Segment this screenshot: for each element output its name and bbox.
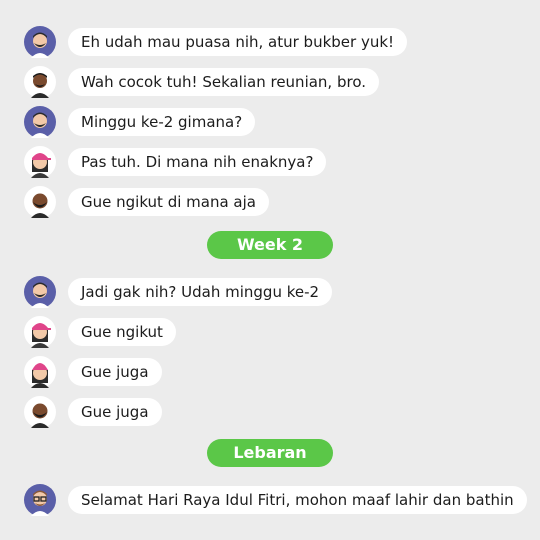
message-bubble: Minggu ke-2 gimana? (68, 108, 256, 136)
message-bubble: Gue ngikut di mana aja (68, 188, 269, 216)
chat-thread: Eh udah mau puasa nih, atur bukber yuk! … (0, 0, 540, 540)
guy-glasses-avatar (24, 484, 56, 516)
message-row: Gue juga (0, 394, 540, 434)
message-row: Gue juga (0, 354, 540, 394)
message-bubble: Pas tuh. Di mana nih enaknya? (68, 148, 327, 176)
girl-pink-beanie-avatar (24, 356, 56, 388)
message-row: Pas tuh. Di mana nih enaknya? (0, 144, 540, 184)
guy-beard-avatar (24, 106, 56, 138)
girl-pink-cap-avatar (24, 316, 56, 348)
message-row: Jadi gak nih? Udah minggu ke-2 (0, 274, 540, 314)
message-bubble: Gue juga (68, 398, 162, 426)
message-row: Gue ngikut (0, 314, 540, 354)
message-bubble: Eh udah mau puasa nih, atur bukber yuk! (68, 28, 408, 56)
message-bubble: Gue ngikut (68, 318, 176, 346)
message-bubble: Wah cocok tuh! Sekalian reunian, bro. (68, 68, 380, 96)
bald-guy-beard-avatar (24, 186, 56, 218)
message-row: Eh udah mau puasa nih, atur bukber yuk! (0, 24, 540, 64)
bald-guy-beard-avatar (24, 396, 56, 428)
date-divider-lebaran: Lebaran (207, 439, 333, 467)
message-row: Gue ngikut di mana aja (0, 184, 540, 224)
guy-beard-avatar (24, 276, 56, 308)
message-row: Selamat Hari Raya Idul Fitri, mohon maaf… (0, 482, 540, 522)
date-divider-week-2: Week 2 (207, 231, 333, 259)
guy-beard-avatar (24, 26, 56, 58)
message-row: Minggu ke-2 gimana? (0, 104, 540, 144)
girl-pink-cap-avatar (24, 146, 56, 178)
message-bubble: Gue juga (68, 358, 162, 386)
message-bubble: Selamat Hari Raya Idul Fitri, mohon maaf… (68, 486, 527, 514)
message-row: Wah cocok tuh! Sekalian reunian, bro. (0, 64, 540, 104)
dark-skin-guy-avatar (24, 66, 56, 98)
message-bubble: Jadi gak nih? Udah minggu ke-2 (68, 278, 333, 306)
